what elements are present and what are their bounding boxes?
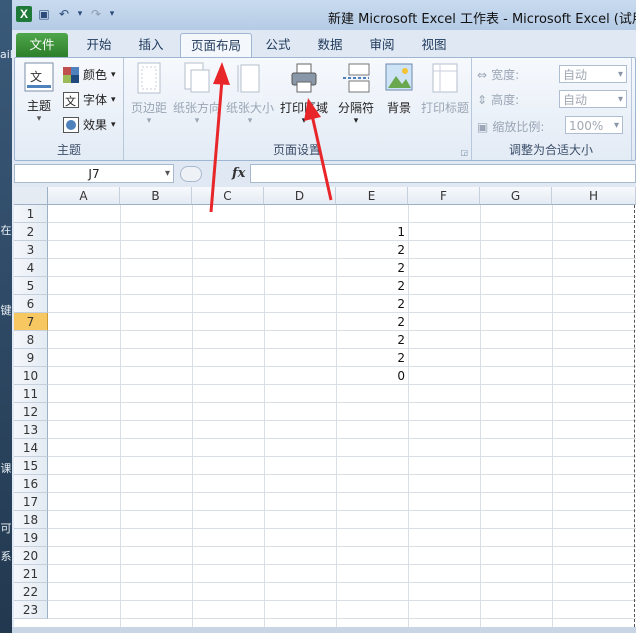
excel-window: X ▣ ↶ ▾ ↷ ▾ 新建 Microsoft Excel 工作表 - Mic… [12,0,636,633]
left-strip-text: 在 [0,224,12,237]
annotation-arrows [209,62,333,213]
red-arrow-to-print-area [304,98,333,201]
desktop-left-strip: aiL 在 键 课 可 系 [0,0,16,633]
left-strip-text: 键 [0,304,12,317]
left-strip-text: 课 [0,462,12,475]
left-strip-text: aiL [0,48,16,61]
left-strip-text: 系 [0,550,12,563]
left-strip-text: 可 [0,522,12,535]
red-arrow-to-page-layout-tab [209,62,230,213]
